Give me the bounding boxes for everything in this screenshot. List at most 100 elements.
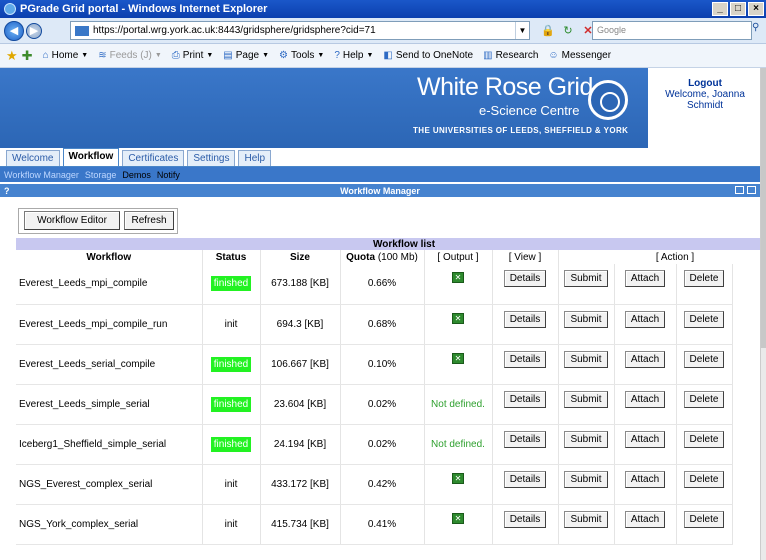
output-download-icon[interactable]: ✕: [452, 272, 464, 284]
attach-button[interactable]: Attach: [624, 430, 666, 448]
table-row: NGS_Everest_complex_serial init 433.172 [K…: [16, 464, 766, 505]
search-input[interactable]: Google: [592, 21, 752, 40]
submit-button[interactable]: Submit: [564, 390, 608, 408]
command-research[interactable]: ▥ Research: [483, 50, 538, 61]
workflow-editor-button[interactable]: Workflow Editor: [24, 211, 120, 230]
forward-icon[interactable]: ▶: [26, 22, 42, 39]
feeds-icon: ≋: [98, 50, 107, 61]
page-scrollbar[interactable]: [760, 68, 766, 560]
attach-button[interactable]: Attach: [624, 510, 666, 528]
delete-cell: Delete: [676, 344, 733, 385]
brand-tagline: THE UNIVERSITIES OF LEEDS, SHEFFIELD & Y…: [413, 126, 629, 135]
output-cell: ✕: [424, 264, 493, 305]
attach-button[interactable]: Attach: [624, 350, 666, 368]
chevron-down-icon[interactable]: ▼: [81, 52, 88, 59]
details-button[interactable]: Details: [503, 510, 547, 528]
submit-button[interactable]: Submit: [564, 350, 608, 368]
maximize-icon[interactable]: □: [730, 2, 746, 16]
command-help[interactable]: ? Help ▼: [334, 50, 373, 61]
delete-button[interactable]: Delete: [683, 430, 725, 448]
submit-button[interactable]: Submit: [564, 430, 608, 448]
workflow-name: Everest_Leeds_simple_serial: [16, 384, 203, 425]
details-button[interactable]: Details: [503, 470, 547, 488]
command-messenger[interactable]: ☺ Messenger: [548, 50, 611, 61]
print-icon: ⎙: [171, 50, 180, 61]
subnav-storage[interactable]: Storage: [85, 170, 117, 180]
chevron-down-icon[interactable]: ▼: [366, 52, 373, 59]
scrollbar-thumb[interactable]: [761, 68, 766, 348]
details-button[interactable]: Details: [503, 350, 547, 368]
address-bar[interactable]: https://portal.wrg.york.ac.uk:8443/grids…: [70, 21, 530, 40]
attach-button[interactable]: Attach: [624, 310, 666, 328]
details-button[interactable]: Details: [503, 430, 547, 448]
chevron-down-icon[interactable]: ▼: [317, 52, 324, 59]
command-tools[interactable]: ⚙ Tools ▼: [279, 50, 324, 61]
workflow-list-caption: Workflow list: [16, 238, 766, 250]
portlet-titlebar: ? Workflow Manager: [0, 184, 760, 197]
delete-button[interactable]: Delete: [683, 510, 725, 528]
delete-button[interactable]: Delete: [683, 390, 725, 408]
subnav-workflow-manager[interactable]: Workflow Manager: [4, 170, 79, 180]
command-page[interactable]: ▤ Page ▼: [223, 50, 269, 61]
lock-icon[interactable]: 🔒: [540, 23, 556, 39]
subnav-demos[interactable]: Demos: [122, 170, 151, 180]
chevron-down-icon[interactable]: ▼: [262, 52, 269, 59]
refresh-button[interactable]: Refresh: [124, 211, 174, 230]
details-button[interactable]: Details: [503, 270, 547, 288]
status-cell: init: [202, 464, 261, 505]
chevron-down-icon[interactable]: ▼: [515, 22, 529, 39]
site-favicon-icon: [75, 25, 89, 36]
attach-button[interactable]: Attach: [624, 390, 666, 408]
command-print[interactable]: ⎙ Print ▼: [172, 50, 214, 61]
command-feeds-j[interactable]: ≋ Feeds (J) ▼: [98, 50, 162, 61]
tab-settings[interactable]: Settings: [187, 150, 236, 166]
output-download-icon[interactable]: ✕: [452, 352, 464, 364]
minimize-icon[interactable]: _: [712, 2, 728, 16]
table-row: Everest_Leeds_serial_compile finished 106.…: [16, 344, 766, 385]
status-badge: init: [224, 518, 238, 530]
add-favorites-icon[interactable]: ✚: [22, 48, 33, 64]
chevron-down-icon[interactable]: ▼: [155, 52, 162, 59]
output-download-icon[interactable]: ✕: [452, 312, 464, 324]
logout-link[interactable]: Logout: [650, 78, 760, 89]
back-icon[interactable]: ◀: [4, 20, 24, 41]
submit-button[interactable]: Submit: [564, 270, 608, 288]
attach-button[interactable]: Attach: [624, 270, 666, 288]
details-cell: Details: [492, 264, 559, 305]
details-button[interactable]: Details: [503, 310, 547, 328]
attach-button[interactable]: Attach: [624, 470, 666, 488]
favorites-star-icon[interactable]: ★: [6, 48, 18, 64]
tab-help[interactable]: Help: [238, 150, 272, 166]
submit-button[interactable]: Submit: [564, 470, 608, 488]
delete-button[interactable]: Delete: [683, 350, 725, 368]
output-download-icon[interactable]: ✕: [452, 472, 464, 484]
delete-button[interactable]: Delete: [683, 270, 725, 288]
refresh-icon[interactable]: ↻: [560, 23, 576, 39]
tab-certificates[interactable]: Certificates: [122, 150, 185, 166]
tab-welcome[interactable]: Welcome: [6, 150, 60, 166]
command-send-to-onenote[interactable]: ◧ Send to OneNote: [383, 50, 473, 61]
header-workflow: Workflow: [16, 250, 203, 264]
minimize-portlet-icon[interactable]: [735, 186, 744, 194]
size-cell: 106.667 [KB]: [260, 344, 341, 385]
delete-button[interactable]: Delete: [683, 310, 725, 328]
chevron-down-icon[interactable]: ▼: [206, 52, 213, 59]
delete-button[interactable]: Delete: [683, 470, 725, 488]
details-button[interactable]: Details: [503, 390, 547, 408]
tab-workflow[interactable]: Workflow: [62, 148, 120, 166]
maximize-portlet-icon[interactable]: [747, 186, 756, 194]
quota-cell: 0.10%: [340, 344, 425, 385]
status-badge: finished: [210, 356, 252, 372]
submit-button[interactable]: Submit: [564, 510, 608, 528]
delete-cell: Delete: [676, 304, 733, 345]
output-cell: Not defined.: [424, 424, 493, 465]
submit-button[interactable]: Submit: [564, 310, 608, 328]
subnav-notify[interactable]: Notify: [157, 170, 180, 180]
home-icon: ⌂: [42, 50, 49, 61]
ie-logo-icon: [4, 3, 16, 15]
delete-cell: Delete: [676, 464, 733, 505]
command-home[interactable]: ⌂ Home ▼: [43, 50, 89, 61]
close-icon[interactable]: ×: [748, 2, 764, 16]
search-icon[interactable]: ⚲: [752, 22, 766, 39]
output-download-icon[interactable]: ✕: [452, 512, 464, 524]
